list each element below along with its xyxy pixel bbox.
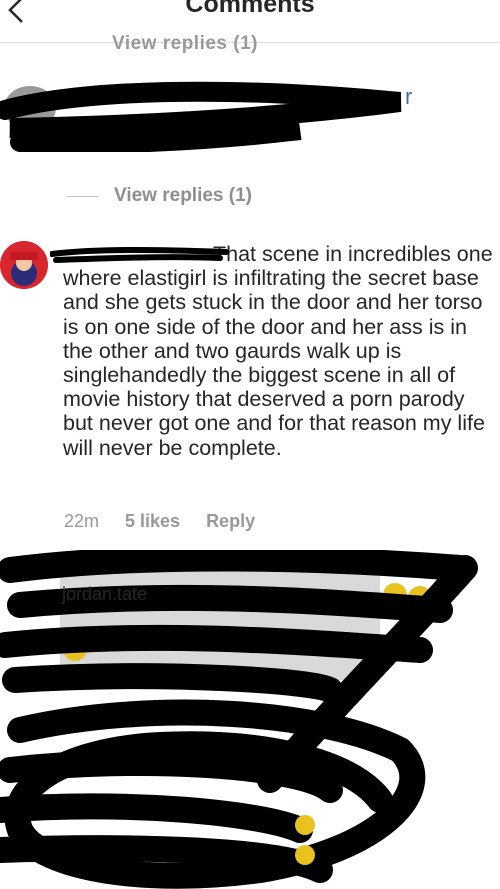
comment-stats: 22m 5 likes Reply — [64, 511, 281, 532]
header-bar: Comments View replies (1) — [0, 0, 500, 54]
view-replies-link-previous[interactable]: View replies (1) — [112, 33, 258, 55]
comment-text: That scene in incredibles one where elas… — [63, 242, 493, 460]
avatar-image — [0, 241, 48, 289]
reply-button[interactable]: Reply — [206, 511, 255, 532]
redaction-scribble — [0, 81, 402, 152]
comment-time: 22m — [64, 511, 100, 531]
comment-likes[interactable]: 5 likes — [125, 511, 180, 532]
view-replies-label: View replies (1) — [114, 185, 252, 206]
reply-link[interactable]: Reply — [130, 129, 179, 150]
page-title: Comments — [185, 0, 315, 18]
comment-username[interactable]: jordan.tate — [62, 584, 147, 605]
avatar[interactable] — [0, 241, 48, 289]
divider-line — [66, 195, 98, 197]
redacted-fragment: r — [405, 84, 413, 109]
comment-body: That scene in incredibles one where elas… — [63, 242, 495, 460]
view-replies-link[interactable]: View replies (1) — [66, 183, 252, 209]
